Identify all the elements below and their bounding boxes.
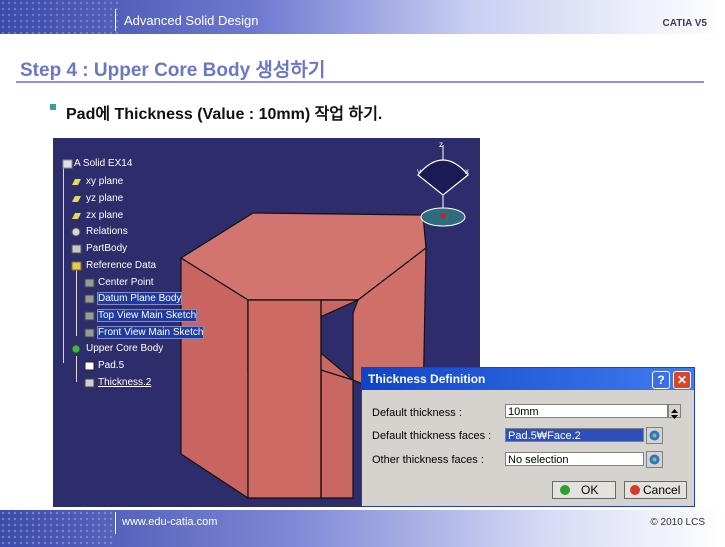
tree-item-center-point[interactable]: Center Point bbox=[98, 277, 154, 288]
tree-item-yz-plane[interactable]: yz plane bbox=[86, 193, 123, 204]
default-thickness-label: Default thickness : bbox=[372, 407, 462, 419]
tree-item-zx-plane[interactable]: zx plane bbox=[86, 210, 123, 221]
dialog-title-bar[interactable]: Thickness Definition ? ✕ bbox=[362, 368, 694, 390]
footer-separator bbox=[115, 512, 116, 534]
body-icon bbox=[71, 244, 82, 254]
tree-item-upper-core-body[interactable]: Upper Core Body bbox=[86, 343, 163, 354]
compass-z-label: z bbox=[439, 140, 443, 149]
sketch-icon bbox=[84, 328, 95, 338]
tree-item-reference-data[interactable]: Reference Data bbox=[86, 260, 156, 271]
specification-tree[interactable]: A Solid EX14 xy plane yz plane zx plane … bbox=[53, 138, 293, 398]
tree-connector bbox=[76, 356, 77, 382]
tree-item-xy-plane[interactable]: xy plane bbox=[86, 176, 123, 187]
step-title: Step 4 : Upper Core Body 생성하기 bbox=[20, 60, 326, 81]
footer-copyright: © 2010 LCS bbox=[650, 517, 705, 528]
geometrical-set-icon bbox=[71, 261, 82, 271]
tree-connector bbox=[63, 163, 64, 363]
sketch-icon bbox=[84, 294, 95, 304]
header-pattern bbox=[0, 0, 120, 34]
cancel-icon bbox=[630, 485, 640, 495]
body-icon bbox=[71, 344, 81, 354]
tree-item-partbody[interactable]: PartBody bbox=[86, 243, 127, 254]
default-faces-picker[interactable] bbox=[646, 427, 663, 444]
ok-icon bbox=[560, 485, 570, 495]
tree-item-thickness[interactable]: Thickness.2 bbox=[98, 377, 151, 388]
tree-item-part[interactable]: A Solid EX14 bbox=[74, 158, 132, 169]
header-product: CATIA V5 bbox=[662, 18, 707, 29]
help-button[interactable]: ? bbox=[652, 371, 670, 389]
cancel-button[interactable]: Cancel bbox=[624, 481, 687, 499]
compass-icon[interactable]: z y x bbox=[408, 140, 478, 240]
ok-button[interactable]: OK bbox=[552, 481, 616, 499]
face-select-icon bbox=[649, 454, 660, 465]
other-faces-picker[interactable] bbox=[646, 451, 663, 468]
subtitle: Pad에 Thickness (Value : 10mm) 작업 하기. bbox=[66, 106, 383, 123]
tree-connector bbox=[76, 268, 77, 336]
ok-label: OK bbox=[581, 483, 599, 497]
sketch-icon bbox=[84, 311, 95, 321]
tree-item-front-view-sketch[interactable]: Front View Main Sketch bbox=[96, 326, 205, 339]
bullet-icon bbox=[50, 104, 56, 110]
pad-icon bbox=[84, 361, 95, 371]
thickness-definition-dialog[interactable]: Thickness Definition ? ✕ Default thickne… bbox=[361, 367, 695, 507]
face-select-icon bbox=[649, 430, 660, 441]
plane-icon bbox=[72, 213, 81, 219]
thickness-icon bbox=[84, 378, 95, 388]
dialog-title: Thickness Definition bbox=[368, 372, 486, 386]
plane-icon bbox=[72, 196, 81, 202]
other-faces-label: Other thickness faces : bbox=[372, 454, 484, 466]
default-faces-field[interactable]: Pad.5₩Face.2 bbox=[505, 428, 644, 442]
other-faces-field[interactable]: No selection bbox=[505, 452, 644, 466]
tree-item-datum-plane-body[interactable]: Datum Plane Body bbox=[96, 292, 183, 305]
part-icon bbox=[62, 159, 73, 169]
plane-icon bbox=[72, 179, 81, 185]
footer-url[interactable]: www.edu-catia.com bbox=[122, 516, 217, 528]
point-icon bbox=[84, 278, 95, 288]
close-button[interactable]: ✕ bbox=[673, 371, 691, 389]
tree-item-pad[interactable]: Pad.5 bbox=[98, 360, 124, 371]
tree-item-top-view-sketch[interactable]: Top View Main Sketch bbox=[96, 309, 198, 322]
header-title: Advanced Solid Design bbox=[124, 13, 259, 28]
compass-x-label: x bbox=[465, 167, 469, 176]
header-separator bbox=[115, 9, 116, 31]
title-underline bbox=[16, 81, 704, 83]
compass-y-label: y bbox=[417, 167, 421, 176]
default-faces-label: Default thickness faces : bbox=[372, 430, 492, 442]
footer-pattern bbox=[0, 510, 115, 547]
thickness-spinner[interactable] bbox=[668, 404, 681, 419]
spinner-arrows-icon bbox=[671, 409, 678, 419]
tree-item-relations[interactable]: Relations bbox=[86, 226, 128, 237]
default-thickness-input[interactable]: 10mm bbox=[505, 404, 668, 418]
cancel-label: Cancel bbox=[643, 483, 681, 497]
relations-icon bbox=[71, 227, 81, 237]
